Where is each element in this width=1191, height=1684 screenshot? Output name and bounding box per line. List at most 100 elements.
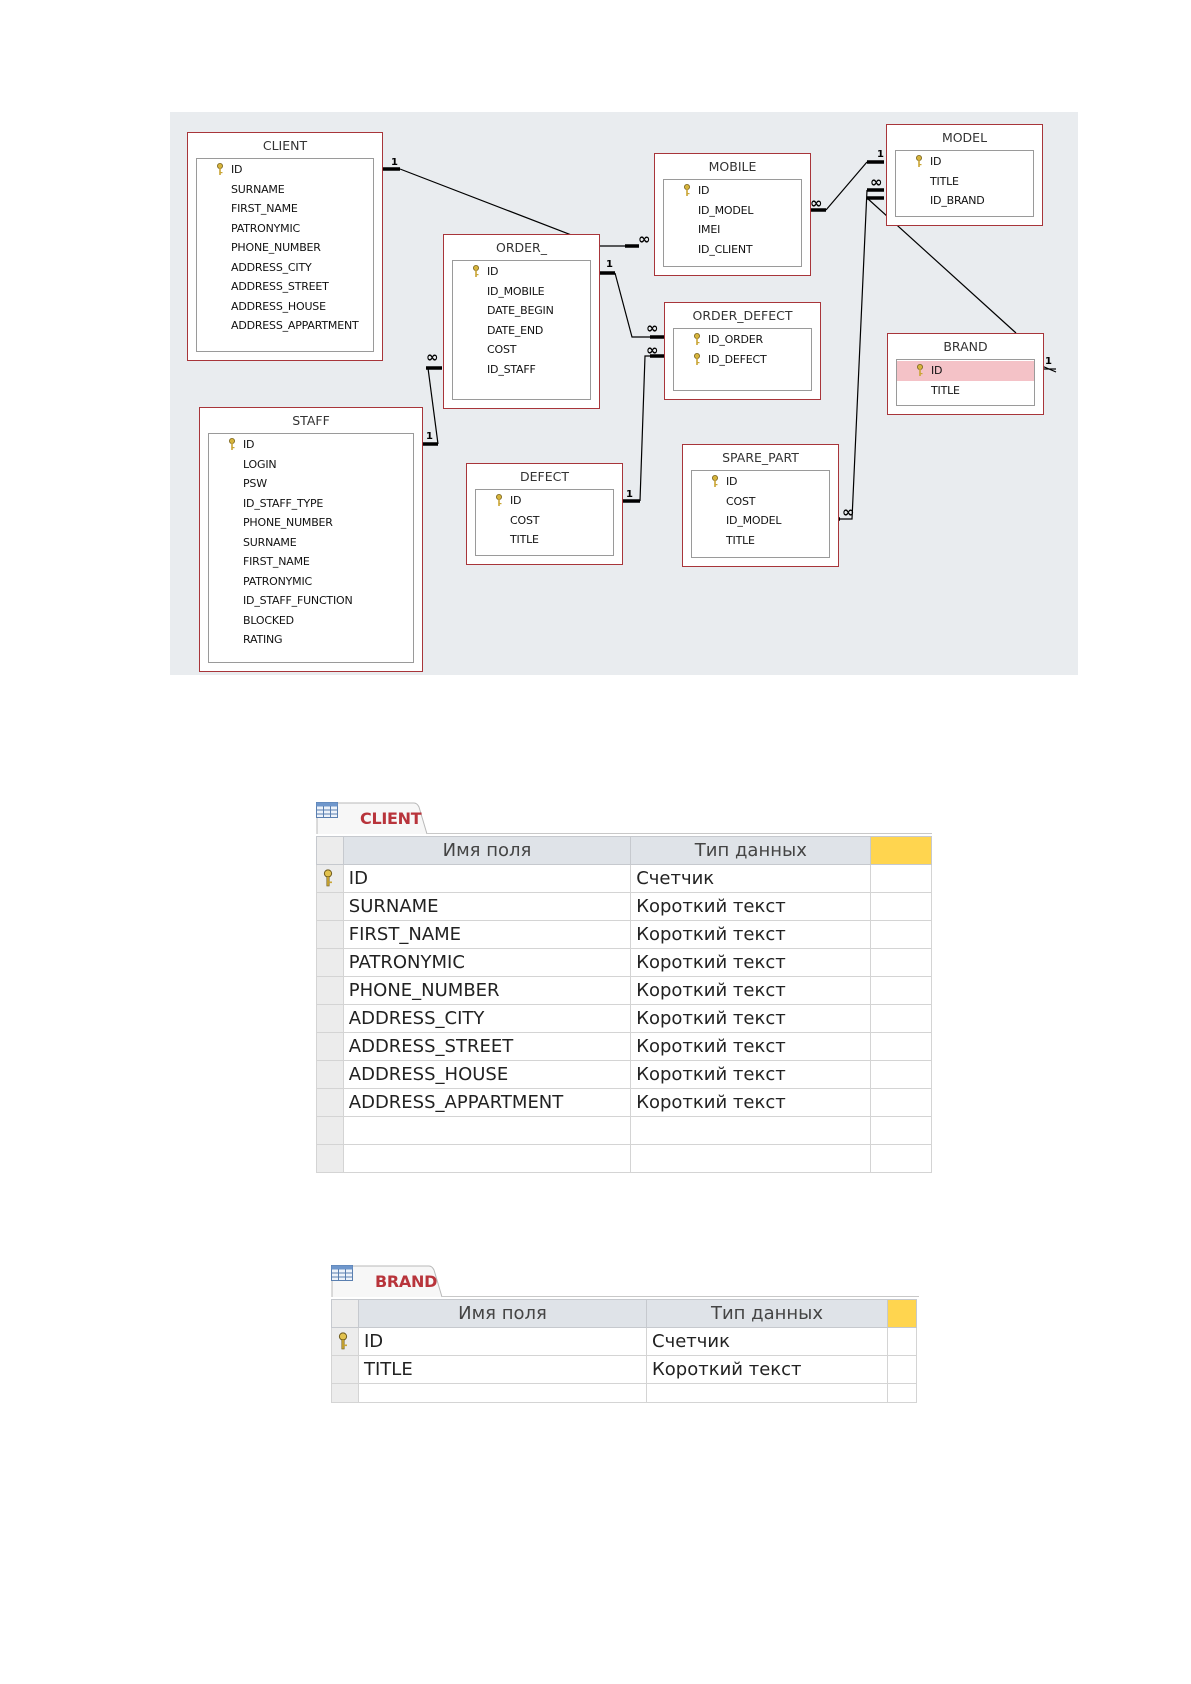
select-all-corner[interactable] [331, 1299, 359, 1328]
field[interactable]: RATING [209, 630, 413, 650]
select-all-corner[interactable] [316, 836, 344, 865]
description-cell[interactable] [870, 1144, 932, 1173]
data-type-cell[interactable] [646, 1383, 888, 1403]
table-brand[interactable]: BRAND ID TITLE [887, 333, 1044, 415]
table-row[interactable]: ADDRESS_CITY Короткий текст [316, 1004, 932, 1033]
description-cell[interactable] [870, 1032, 932, 1061]
field[interactable]: ID_MODEL [664, 201, 801, 221]
row-selector[interactable] [316, 864, 344, 893]
data-type-cell[interactable]: Счетчик [646, 1327, 888, 1356]
field-name-cell[interactable] [342, 1144, 632, 1173]
field[interactable]: PHONE_NUMBER [197, 238, 373, 258]
row-selector[interactable] [316, 1116, 344, 1145]
field[interactable]: PHONE_NUMBER [209, 513, 413, 533]
table-model[interactable]: MODEL ID TITLE ID_BRAND [886, 124, 1043, 226]
row-selector[interactable] [316, 1060, 344, 1089]
field[interactable]: TITLE [692, 531, 829, 551]
description-cell[interactable] [870, 976, 932, 1005]
table-row[interactable]: TITLE Короткий текст [331, 1355, 917, 1384]
field[interactable]: PATRONYMIC [197, 219, 373, 239]
field[interactable]: ADDRESS_CITY [197, 258, 373, 278]
empty-row[interactable] [316, 1116, 932, 1145]
field[interactable]: ID_STAFF_FUNCTION [209, 591, 413, 611]
row-selector[interactable] [316, 892, 344, 921]
field[interactable]: ID_BRAND [896, 191, 1033, 211]
row-selector[interactable] [331, 1327, 359, 1356]
field-pk[interactable]: ID_ORDER [674, 330, 811, 350]
description-cell[interactable] [870, 892, 932, 921]
field-name-cell[interactable]: ADDRESS_STREET [342, 1032, 632, 1061]
description-cell[interactable] [870, 920, 932, 949]
field[interactable]: BLOCKED [209, 611, 413, 631]
row-selector[interactable] [331, 1355, 359, 1384]
field[interactable]: ID_MODEL [692, 511, 829, 531]
description-cell[interactable] [870, 864, 932, 893]
table-row[interactable]: PHONE_NUMBER Короткий текст [316, 976, 932, 1005]
field[interactable]: COST [692, 492, 829, 512]
field-pk-selected[interactable]: ID [897, 361, 1034, 381]
field-name-cell[interactable]: ADDRESS_CITY [342, 1004, 632, 1033]
row-selector[interactable] [316, 920, 344, 949]
field-pk[interactable]: ID [453, 262, 590, 282]
header-data-type[interactable]: Тип данных [630, 836, 872, 865]
field-pk[interactable]: ID [692, 472, 829, 492]
field[interactable]: ADDRESS_HOUSE [197, 297, 373, 317]
field-name-cell[interactable]: ADDRESS_APPARTMENT [342, 1088, 632, 1117]
tab-brand[interactable]: BRAND [331, 1265, 443, 1298]
field[interactable]: SURNAME [197, 180, 373, 200]
table-row[interactable]: ADDRESS_HOUSE Короткий текст [316, 1060, 932, 1089]
description-cell[interactable] [870, 948, 932, 977]
table-row[interactable]: ADDRESS_APPARTMENT Короткий текст [316, 1088, 932, 1117]
field-pk[interactable]: ID [664, 181, 801, 201]
data-type-cell[interactable]: Короткий текст [630, 1060, 872, 1089]
field-pk[interactable]: ID [896, 152, 1033, 172]
description-cell[interactable] [870, 1060, 932, 1089]
table-row[interactable]: ADDRESS_STREET Короткий текст [316, 1032, 932, 1061]
field-name-cell[interactable]: SURNAME [342, 892, 632, 921]
description-cell[interactable] [870, 1004, 932, 1033]
empty-row[interactable] [316, 1144, 932, 1173]
data-type-cell[interactable]: Короткий текст [630, 1004, 872, 1033]
field[interactable]: FIRST_NAME [197, 199, 373, 219]
field-pk[interactable]: ID_DEFECT [674, 350, 811, 370]
field[interactable]: ID_MOBILE [453, 282, 590, 302]
field-pk[interactable]: ID [476, 491, 613, 511]
data-type-cell[interactable]: Короткий текст [630, 976, 872, 1005]
data-type-cell[interactable] [630, 1116, 872, 1145]
table-row[interactable]: PATRONYMIC Короткий текст [316, 948, 932, 977]
field[interactable]: IMEI [664, 220, 801, 240]
field[interactable]: COST [453, 340, 590, 360]
field[interactable]: TITLE [896, 172, 1033, 192]
table-defect[interactable]: DEFECT ID COST TITLE [466, 463, 623, 565]
data-type-cell[interactable]: Короткий текст [646, 1355, 888, 1384]
description-cell[interactable] [887, 1355, 917, 1384]
field-name-cell[interactable]: PATRONYMIC [342, 948, 632, 977]
table-order[interactable]: ORDER_ ID ID_MOBILE DATE_BEGIN DATE_END … [443, 234, 600, 409]
field-name-cell[interactable] [342, 1116, 632, 1145]
data-type-cell[interactable]: Короткий текст [630, 948, 872, 977]
field[interactable]: PSW [209, 474, 413, 494]
field-name-cell[interactable]: FIRST_NAME [342, 920, 632, 949]
field[interactable]: DATE_END [453, 321, 590, 341]
row-selector[interactable] [316, 1144, 344, 1173]
row-selector[interactable] [316, 1004, 344, 1033]
description-cell[interactable] [870, 1116, 932, 1145]
field[interactable]: ADDRESS_APPARTMENT [197, 316, 373, 336]
field-pk[interactable]: ID [197, 160, 373, 180]
field[interactable]: SURNAME [209, 533, 413, 553]
field-name-cell[interactable]: ID [358, 1327, 647, 1356]
field[interactable]: TITLE [897, 381, 1034, 401]
field-name-cell[interactable]: PHONE_NUMBER [342, 976, 632, 1005]
tab-client[interactable]: CLIENT [316, 802, 428, 835]
description-cell[interactable] [887, 1383, 917, 1403]
table-order-defect[interactable]: ORDER_DEFECT ID_ORDER ID_DEFECT [664, 302, 821, 400]
field[interactable]: ID_CLIENT [664, 240, 801, 260]
field[interactable]: ADDRESS_STREET [197, 277, 373, 297]
header-field-name[interactable]: Имя поля [342, 836, 632, 865]
field-pk[interactable]: ID [209, 435, 413, 455]
data-type-cell[interactable]: Короткий текст [630, 1032, 872, 1061]
table-client[interactable]: CLIENT ID SURNAME FIRST_NAME PATRONYMIC … [187, 132, 383, 361]
field[interactable]: LOGIN [209, 455, 413, 475]
table-row[interactable]: ID Счетчик [331, 1327, 917, 1356]
row-selector[interactable] [316, 948, 344, 977]
